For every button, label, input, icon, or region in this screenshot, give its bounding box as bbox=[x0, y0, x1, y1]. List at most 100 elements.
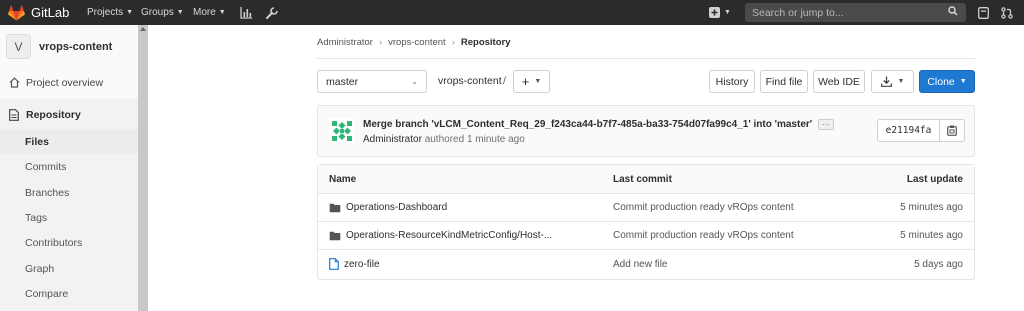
column-header-last-commit: Last commit bbox=[613, 173, 672, 185]
file-name-cell[interactable]: zero-file bbox=[329, 250, 380, 278]
sidebar-scrollbar[interactable] bbox=[138, 25, 148, 311]
admin-wrench-icon[interactable] bbox=[264, 5, 279, 20]
gitlab-home-link[interactable]: GitLab bbox=[8, 4, 70, 21]
clone-label: Clone bbox=[927, 75, 955, 88]
commit-author[interactable]: Administrator bbox=[363, 134, 422, 145]
brand-name: GitLab bbox=[31, 5, 70, 20]
clipboard-icon bbox=[947, 125, 957, 136]
breadcrumb-current[interactable]: Repository bbox=[461, 37, 511, 48]
chevron-down-icon: ▼ bbox=[897, 78, 905, 85]
repository-section: Repository Files Commits Branches Tags C… bbox=[0, 98, 138, 311]
home-icon bbox=[8, 77, 20, 89]
chevron-down-icon: ⌄ bbox=[411, 77, 418, 86]
file-icon bbox=[329, 258, 339, 270]
chevron-right-icon: › bbox=[378, 37, 383, 48]
breadcrumb: Administrator › vrops-content › Reposito… bbox=[317, 37, 511, 48]
groups-menu[interactable]: Groups ▼ bbox=[141, 7, 184, 18]
breadcrumb-item[interactable]: Administrator bbox=[317, 37, 373, 48]
commit-sha-button[interactable]: e21194fa bbox=[878, 120, 940, 141]
commit-meta: Administrator authored 1 minute ago bbox=[363, 134, 525, 145]
column-header-last-update: Last update bbox=[906, 173, 963, 185]
file-name[interactable]: Operations-ResourceKindMetricConfig/Host… bbox=[346, 230, 552, 241]
sidebar-item-branches[interactable]: Branches bbox=[0, 180, 138, 205]
more-menu[interactable]: More ▼ bbox=[193, 7, 226, 18]
plus-square-icon bbox=[709, 7, 721, 18]
branch-select[interactable]: master ⌄ bbox=[317, 70, 427, 93]
copy-sha-button[interactable] bbox=[940, 120, 964, 141]
table-row[interactable]: Operations-ResourceKindMetricConfig/Host… bbox=[318, 222, 974, 250]
folder-icon bbox=[329, 203, 341, 213]
chevron-down-icon: ▼ bbox=[176, 9, 184, 16]
chevron-right-icon: › bbox=[451, 37, 455, 48]
sidebar-item-label: Repository bbox=[26, 108, 81, 121]
groups-label: Groups bbox=[141, 7, 174, 18]
gitlab-logo-icon bbox=[8, 4, 25, 21]
sidebar-item-graph[interactable]: Graph bbox=[0, 256, 138, 281]
scroll-up-arrow-icon[interactable] bbox=[140, 27, 146, 31]
commit-message-cell[interactable]: Commit production ready vROps content bbox=[613, 194, 794, 221]
projects-label: Projects bbox=[87, 7, 124, 18]
table-row[interactable]: zero-file Add new file 5 days ago bbox=[318, 250, 974, 278]
commit-sha-group: e21194fa bbox=[877, 119, 965, 142]
branch-name: master bbox=[326, 75, 359, 88]
top-navbar: GitLab Projects ▼ Groups ▼ More ▼ ▼ Search … bbox=[0, 0, 1024, 25]
project-header[interactable]: V vrops-content bbox=[6, 34, 112, 59]
commit-message-cell[interactable]: Add new file bbox=[613, 250, 667, 278]
file-tree-table: Name Last commit Last update Operations-… bbox=[317, 164, 975, 280]
file-name[interactable]: zero-file bbox=[344, 259, 380, 270]
file-name[interactable]: Operations-Dashboard bbox=[346, 202, 447, 213]
commit-title[interactable]: Merge branch 'vLCM_Content_Req_29_f243ca… bbox=[363, 119, 835, 131]
sidebar-item-repository[interactable]: Repository bbox=[0, 102, 138, 127]
document-icon bbox=[8, 108, 20, 121]
sidebar-item-compare[interactable]: Compare bbox=[0, 281, 138, 306]
column-header-name: Name bbox=[329, 173, 357, 185]
author-avatar[interactable] bbox=[329, 118, 355, 144]
more-label: More bbox=[193, 7, 216, 18]
sidebar-item-contributors[interactable]: Contributors bbox=[0, 230, 138, 255]
commit-message-cell[interactable]: Commit production ready vROps content bbox=[613, 222, 794, 249]
sidebar-item-label: Project overview bbox=[26, 76, 104, 89]
sidebar-item-files[interactable]: Files bbox=[0, 129, 138, 154]
sidebar-item-project-overview[interactable]: Project overview bbox=[0, 70, 138, 95]
sidebar-item-tags[interactable]: Tags bbox=[0, 205, 138, 230]
search-placeholder: Search or jump to... bbox=[752, 6, 844, 19]
add-to-tree-dropdown[interactable]: + ▼ bbox=[513, 70, 550, 93]
issues-icon[interactable] bbox=[976, 6, 990, 20]
last-update-cell: 5 minutes ago bbox=[900, 202, 963, 213]
clone-button[interactable]: Clone ▼ bbox=[919, 70, 975, 93]
project-name: vrops-content bbox=[39, 40, 113, 53]
file-name-cell[interactable]: Operations-ResourceKindMetricConfig/Host… bbox=[329, 222, 552, 249]
activity-chart-icon[interactable] bbox=[238, 5, 254, 20]
folder-icon bbox=[329, 231, 341, 241]
table-row[interactable]: Operations-Dashboard Commit production r… bbox=[318, 194, 974, 222]
new-item-dropdown[interactable]: ▼ bbox=[707, 5, 733, 20]
expand-commit-button[interactable]: ··· bbox=[818, 119, 835, 130]
breadcrumb-item[interactable]: vrops-content bbox=[388, 37, 446, 48]
chevron-down-icon: ▼ bbox=[218, 9, 226, 16]
last-update-cell: 5 days ago bbox=[914, 258, 963, 270]
history-button[interactable]: History bbox=[709, 70, 755, 93]
search-icon bbox=[948, 6, 958, 19]
download-dropdown[interactable]: ▼ bbox=[871, 70, 914, 93]
find-file-button[interactable]: Find file bbox=[760, 70, 808, 93]
plus-icon: + bbox=[521, 74, 530, 89]
download-icon bbox=[880, 76, 892, 87]
sidebar-item-commits[interactable]: Commits bbox=[0, 154, 138, 179]
projects-menu[interactable]: Projects ▼ bbox=[87, 7, 133, 18]
chevron-down-icon: ▼ bbox=[534, 78, 542, 85]
chevron-down-icon: ▼ bbox=[126, 9, 134, 16]
merge-requests-icon[interactable] bbox=[1000, 6, 1014, 20]
project-avatar: V bbox=[6, 34, 31, 59]
last-commit-panel: Merge branch 'vLCM_Content_Req_29_f243ca… bbox=[317, 105, 975, 157]
commit-message: Merge branch 'vLCM_Content_Req_29_f243ca… bbox=[363, 119, 813, 131]
search-input[interactable]: Search or jump to... bbox=[745, 3, 966, 22]
chevron-down-icon: ▼ bbox=[724, 9, 731, 16]
table-header: Name Last commit Last update bbox=[318, 165, 974, 194]
file-name-cell[interactable]: Operations-Dashboard bbox=[329, 194, 447, 221]
divider bbox=[317, 58, 975, 59]
commit-time: authored 1 minute ago bbox=[424, 134, 525, 145]
chevron-down-icon: ▼ bbox=[959, 78, 967, 85]
path-root-link[interactable]: vrops-content bbox=[438, 75, 502, 87]
web-ide-button[interactable]: Web IDE bbox=[813, 70, 865, 93]
path-separator: / bbox=[503, 75, 506, 87]
